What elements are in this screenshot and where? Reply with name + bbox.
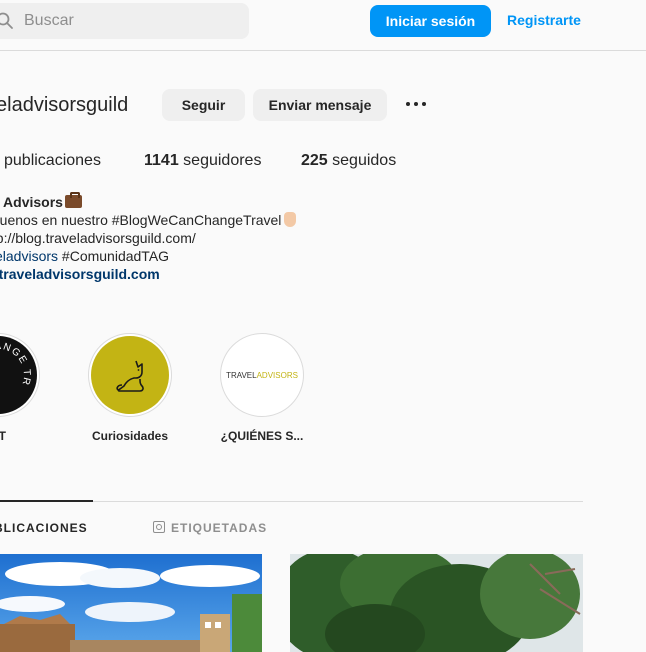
- register-link[interactable]: Registrarte: [507, 12, 581, 28]
- highlight-item-quienes-somos[interactable]: TRAVELADVISORS ¿QUIÉNES S...: [220, 333, 304, 443]
- highlight-cover-travel-advisors: TRAVELADVISORS: [223, 336, 301, 414]
- briefcase-icon: [64, 192, 82, 208]
- login-button[interactable]: Iniciar sesión: [370, 5, 491, 37]
- search-input[interactable]: [24, 3, 234, 39]
- pointing-down-hand-icon: [284, 212, 297, 227]
- svg-text:CHANGE TR: CHANGE TR: [0, 341, 32, 387]
- bio-line-2: ttp://blog.traveladvisorsguild.com/: [0, 230, 196, 246]
- highlight-label: Curiosidades: [91, 429, 169, 443]
- bio-hashtag: #ComunidadTAG: [58, 248, 170, 264]
- circular-text-logo-icon: CHANGE TR: [0, 341, 32, 387]
- cat-icon: [116, 360, 144, 392]
- post-thumbnail[interactable]: [290, 554, 583, 652]
- following-count: 225: [301, 152, 328, 169]
- highlight-label: ¿QUIÉNES S...: [220, 429, 304, 443]
- highlight-cover-change-travel: CHANGE TR: [0, 336, 37, 414]
- profile-bio: el Advisors íguenos en nuestro #BlogWeCa…: [0, 192, 297, 283]
- follow-button[interactable]: Seguir: [162, 89, 245, 121]
- highlight-ring: [88, 333, 172, 417]
- followers-count: 1141: [144, 152, 179, 169]
- followers-stat[interactable]: 1141 seguidores: [144, 152, 261, 170]
- highlight-cover-curiosidades: [91, 336, 169, 414]
- top-navigation-bar: Iniciar sesión Registrarte: [0, 0, 646, 51]
- active-tab-indicator: [0, 500, 93, 502]
- travel-advisors-logo: TRAVELADVISORS: [226, 370, 298, 380]
- send-message-button[interactable]: Enviar mensaje: [253, 89, 387, 121]
- following-stat[interactable]: 225 seguidos: [301, 152, 396, 170]
- highlight-ring: CHANGE TR: [0, 333, 40, 417]
- tagged-icon: [153, 521, 165, 533]
- bio-line-1: íguenos en nuestro #BlogWeCanChangeTrave…: [0, 212, 282, 228]
- tab-etiquetadas-label: ETIQUETADAS: [171, 521, 268, 535]
- profile-display-name: el Advisors: [0, 194, 63, 210]
- posts-stat: publicaciones: [4, 152, 101, 169]
- bio-mention[interactable]: veladvisors: [0, 248, 58, 264]
- instagram-profile-page: Iniciar sesión Registrarte veladvisorsgu…: [0, 0, 646, 652]
- following-label: seguidos: [332, 152, 397, 169]
- more-options-icon[interactable]: [404, 94, 428, 114]
- followers-label: seguidores: [183, 152, 262, 169]
- search-box[interactable]: [0, 3, 249, 39]
- highlight-item-curiosidades[interactable]: Curiosidades: [88, 333, 172, 443]
- highlight-item[interactable]: CHANGE TR CT: [0, 333, 40, 443]
- tab-publicaciones[interactable]: BLICACIONES: [0, 521, 88, 535]
- search-icon: [0, 12, 13, 29]
- tab-etiquetadas[interactable]: ETIQUETADAS: [153, 521, 267, 535]
- highlight-label: CT: [0, 429, 6, 443]
- highlight-ring: TRAVELADVISORS: [220, 333, 304, 417]
- post-image-ronda-bridge: [0, 554, 262, 652]
- post-thumbnail[interactable]: [0, 554, 262, 652]
- profile-website-link[interactable]: v.traveladvisorsguild.com: [0, 266, 160, 282]
- post-image-trees: [290, 554, 583, 652]
- profile-username: veladvisorsguild: [0, 94, 129, 116]
